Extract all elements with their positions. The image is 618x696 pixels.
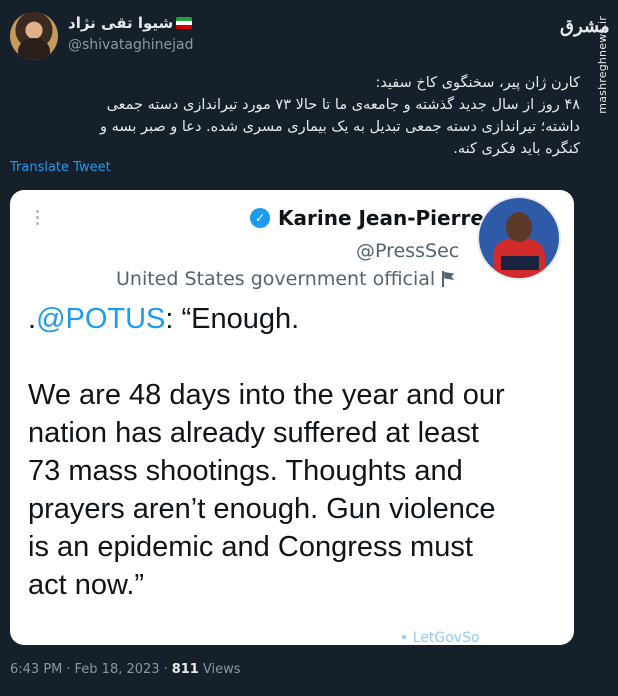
quoted-body-line: We are 48 days into the year and our	[28, 379, 505, 411]
mashregh-site-label: mashreghnews.ir	[596, 16, 609, 114]
author-name-text[interactable]: شیوا تقی نژاد	[68, 14, 173, 32]
tweet-meta: 6:43 PM · Feb 18, 2023 · 811 Views	[10, 662, 240, 677]
quoted-body-line: act now.”	[28, 569, 145, 601]
tweet-date[interactable]: Feb 18, 2023	[75, 662, 160, 677]
translate-tweet-link[interactable]: Translate Tweet	[10, 160, 111, 175]
quoted-body-line: 73 mass shootings. Thoughts and	[28, 455, 463, 487]
tweet-line: ۴۸ روز از سال جدید گذشته و جامعه‌ی ما تا…	[106, 97, 580, 113]
quoted-author-name: ✓ Karine Jean-Pierre	[250, 206, 484, 230]
quoted-body-line: nation has already suffered at least	[28, 417, 479, 449]
quoted-body-line: prayers aren’t enough. Gun violence	[28, 493, 496, 525]
quoted-author-avatar	[477, 196, 561, 280]
tweet-time[interactable]: 6:43 PM	[10, 662, 62, 677]
meta-separator: ·	[163, 662, 168, 677]
quoted-line-prefix: .	[28, 303, 37, 335]
views-count: 811	[171, 662, 199, 677]
quoted-author-handle: @PressSec	[356, 240, 460, 262]
quoted-author-name-text: Karine Jean-Pierre	[278, 206, 484, 230]
tweet-text: کارن ژان پیر، سخنگوی کاخ سفید: ۴۸ روز از…	[20, 72, 580, 160]
more-options-icon	[36, 210, 40, 225]
author-avatar[interactable]	[10, 12, 58, 60]
flag-icon	[441, 271, 455, 287]
quoted-first-line: .@POTUS: “Enough.	[28, 300, 568, 338]
meta-separator: ·	[66, 662, 71, 677]
quoted-body-line: is an epidemic and Congress must	[28, 531, 473, 563]
author-name[interactable]: شیوا تقی نژاد	[68, 14, 193, 32]
quoted-line-suffix: : “Enough.	[165, 303, 300, 335]
views-label: Views	[202, 662, 241, 677]
tweet-line: داشته؛ تیراندازی دسته جمعی تبدیل به یک ب…	[100, 119, 580, 135]
iran-flag-icon	[176, 17, 193, 29]
tweet-line: کنگره باید فکری کنه.	[453, 141, 580, 157]
quoted-tweet-body: .@POTUS: “Enough. We are 48 days into th…	[28, 300, 568, 604]
tweet-line: کارن ژان پیر، سخنگوی کاخ سفید:	[375, 75, 580, 91]
government-label: United States government official	[116, 268, 455, 290]
government-label-text: United States government official	[116, 268, 436, 290]
verified-badge-icon: ✓	[250, 208, 270, 228]
quoted-footer-fragment: • LetGovSo	[400, 630, 480, 645]
quoted-tweet-image[interactable]: ✓ Karine Jean-Pierre @PressSec United St…	[10, 190, 574, 645]
author-handle[interactable]: @shivataghinejad	[68, 37, 193, 53]
potus-mention: @POTUS	[36, 303, 166, 335]
